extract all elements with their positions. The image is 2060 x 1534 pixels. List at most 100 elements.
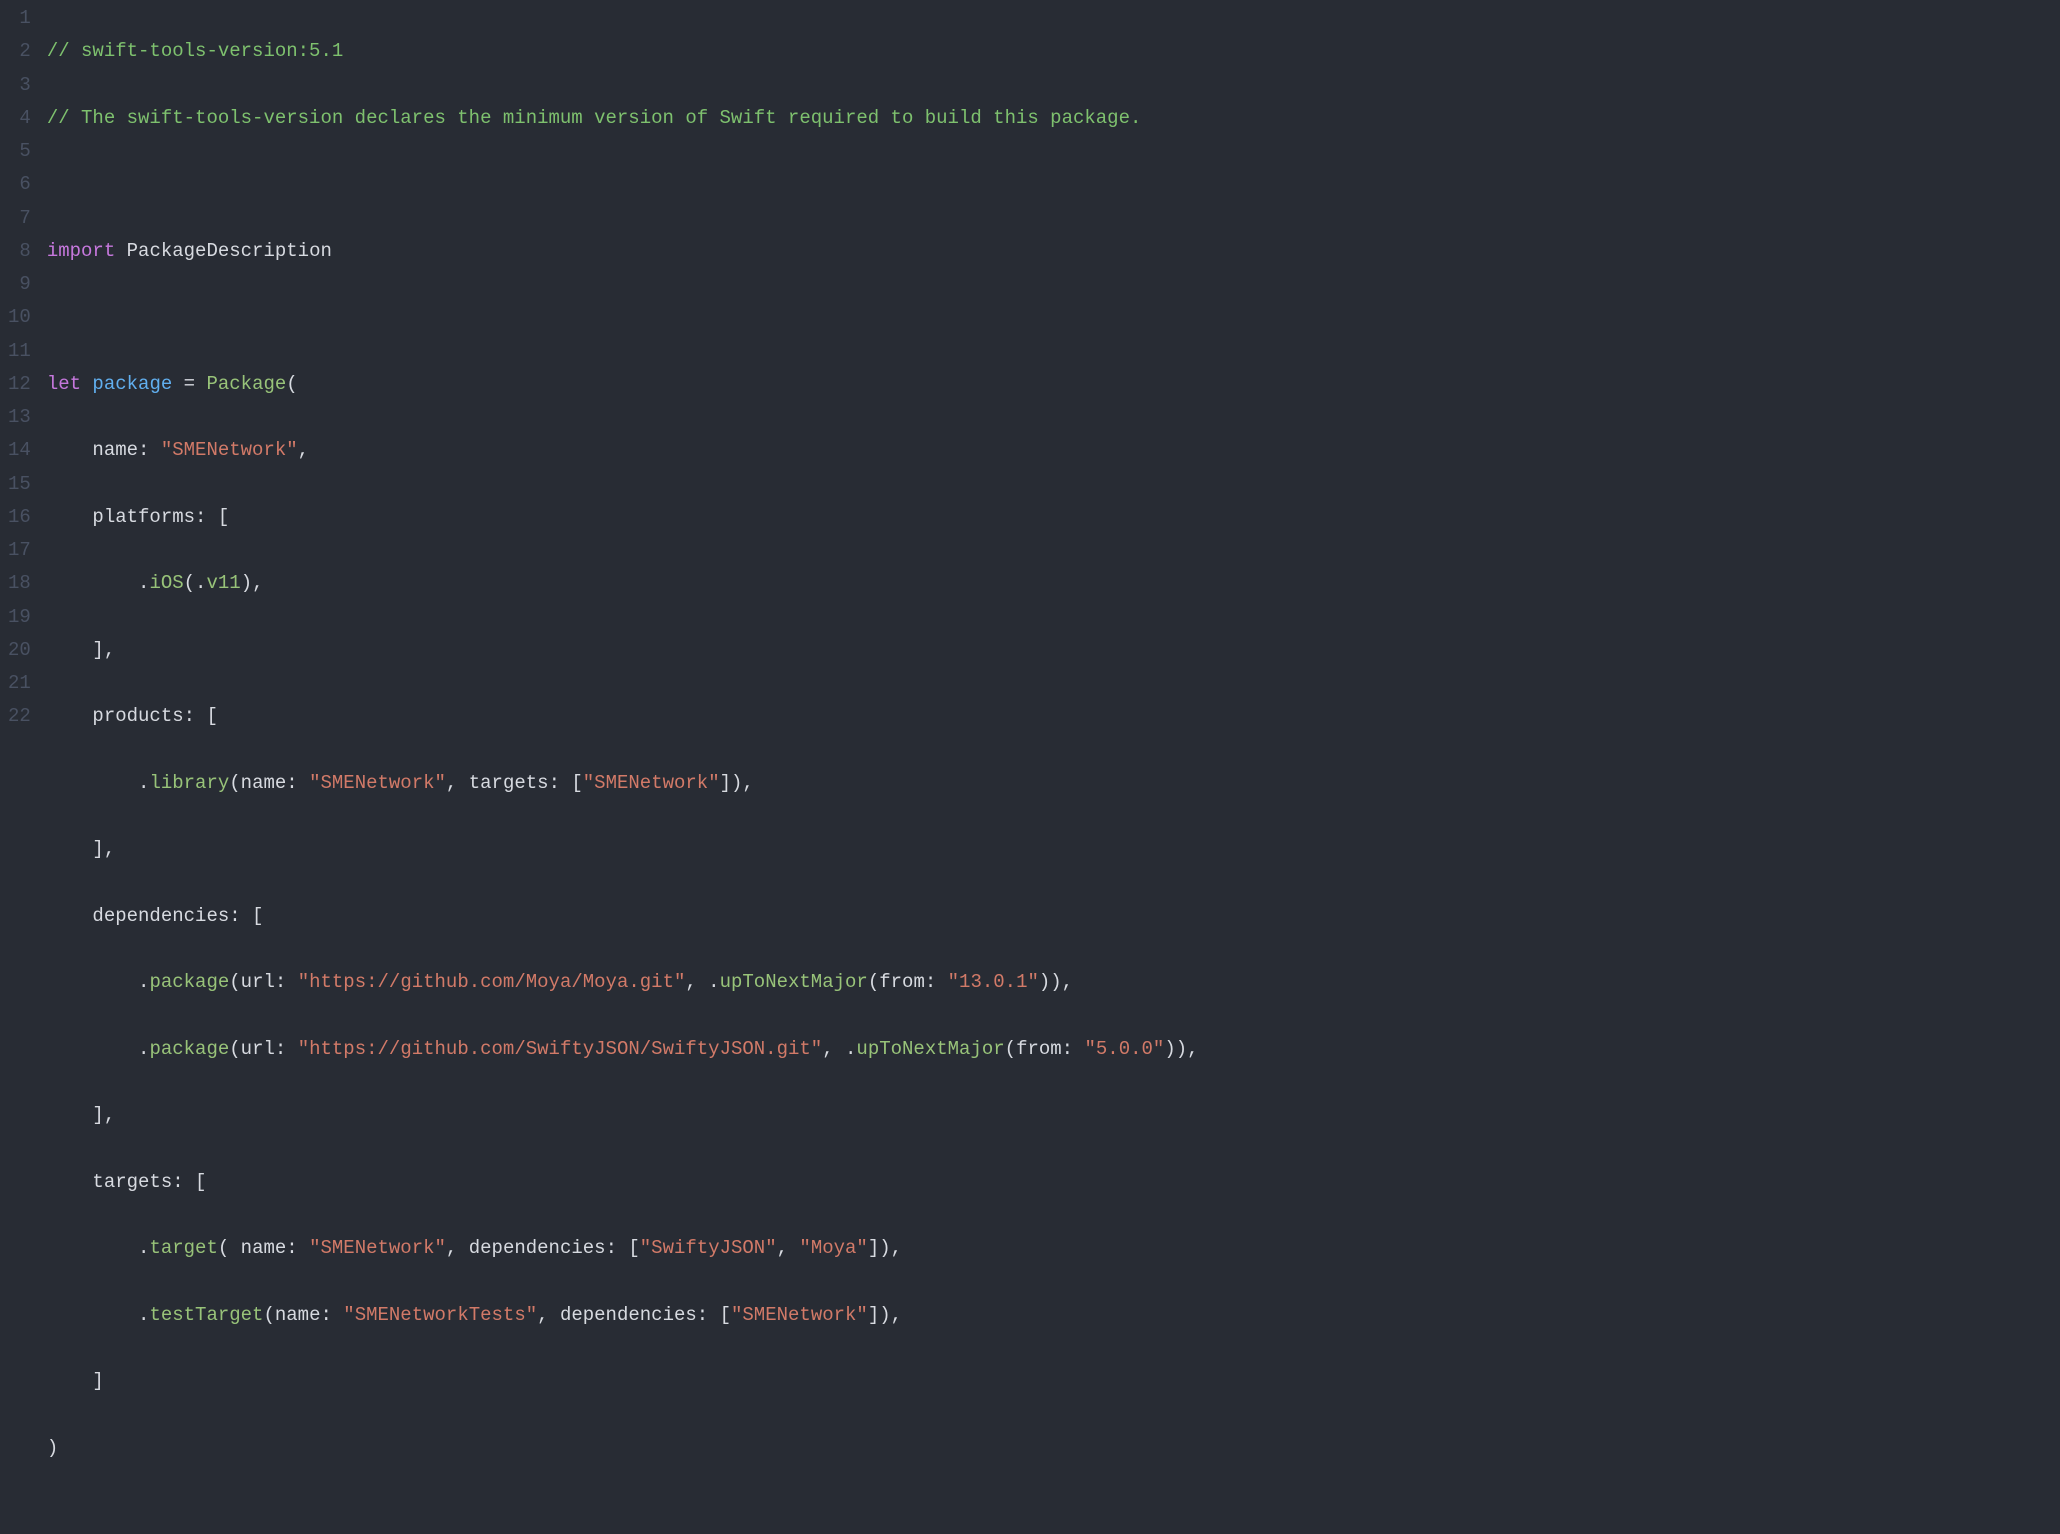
code-line[interactable]: .package(url: "https://github.com/Swifty… [47,1033,2060,1066]
method-uptonextmajor: upToNextMajor [856,1038,1004,1060]
code-line[interactable]: products: [ [47,700,2060,733]
operator-equals: = [172,373,195,395]
code-line[interactable]: import PackageDescription [47,235,2060,268]
line-number: 20 [8,634,31,667]
code-line[interactable]: .target( name: "SMENetwork", dependencie… [47,1232,2060,1265]
comma: , . [822,1038,856,1060]
indent [47,506,93,528]
method-testtarget: testTarget [149,1304,263,1326]
line-number: 21 [8,667,31,700]
paren-open: ( [218,1237,241,1259]
param-from: from [879,971,925,993]
string-literal: "SMENetwork" [309,772,446,794]
code-line[interactable]: let package = Package( [47,368,2060,401]
bracket-open: : [ [184,705,218,727]
paren-close: ), [241,572,264,594]
line-number: 7 [8,202,31,235]
indent [47,705,93,727]
bracket-close: ] [47,1370,104,1392]
variable-package: package [81,373,172,395]
param-dependencies: dependencies [560,1304,697,1326]
indent [47,439,93,461]
comma: , . [685,971,719,993]
comma: , [446,772,469,794]
comma: , [446,1237,469,1259]
code-line[interactable]: .package(url: "https://github.com/Moya/M… [47,966,2060,999]
code-line[interactable] [47,168,2060,201]
comma: , [537,1304,560,1326]
indent: . [47,971,150,993]
code-line[interactable]: dependencies: [ [47,900,2060,933]
bracket-open: : [ [606,1237,640,1259]
bracket-open: : [ [172,1171,206,1193]
paren-open: ( [229,971,240,993]
string-literal: "https://github.com/Moya/Moya.git" [298,971,686,993]
line-number: 11 [8,335,31,368]
bracket-close: ], [47,838,115,860]
code-line[interactable]: .testTarget(name: "SMENetworkTests", dep… [47,1299,2060,1332]
line-number: 1 [8,2,31,35]
bracket-open: : [ [549,772,583,794]
code-line[interactable]: // The swift-tools-version declares the … [47,102,2060,135]
line-number: 16 [8,501,31,534]
enum-v11: v11 [206,572,240,594]
paren-open: ( [263,1304,274,1326]
method-target: target [149,1237,217,1259]
line-number: 2 [8,35,31,68]
paren-open: ( [868,971,879,993]
code-line[interactable]: .library(name: "SMENetwork", targets: ["… [47,767,2060,800]
paren-close: )), [1039,971,1073,993]
keyword-let: let [47,373,81,395]
type-package: Package [195,373,286,395]
param-name: name [275,1304,321,1326]
string-literal: "13.0.1" [948,971,1039,993]
bracket-close: ], [47,639,115,661]
code-editor[interactable]: 1 2 3 4 5 6 7 8 9 10 11 12 13 14 15 16 1… [0,0,2060,1534]
method-uptonextmajor: upToNextMajor [720,971,868,993]
paren-open: ( [286,373,297,395]
paren-open: ( [1005,1038,1016,1060]
line-number: 4 [8,102,31,135]
code-line[interactable]: // swift-tools-version:5.1 [47,35,2060,68]
indent: . [47,1038,150,1060]
line-number: 9 [8,268,31,301]
code-line[interactable]: targets: [ [47,1166,2060,1199]
code-line[interactable]: ] [47,1365,2060,1398]
code-line[interactable]: ], [47,634,2060,667]
param-platforms: platforms [92,506,195,528]
paren-open: ( [229,1038,240,1060]
paren-close: ) [47,1437,58,1459]
method-package: package [149,1038,229,1060]
module-name: PackageDescription [115,240,332,262]
paren-open: (. [184,572,207,594]
bracket-open: : [ [195,506,229,528]
code-area[interactable]: // swift-tools-version:5.1 // The swift-… [47,0,2060,1534]
code-line[interactable]: ) [47,1432,2060,1465]
paren-close: )), [1164,1038,1198,1060]
code-line[interactable]: name: "SMENetwork", [47,434,2060,467]
code-line[interactable]: ], [47,833,2060,866]
code-line[interactable]: ], [47,1099,2060,1132]
indent: . [47,772,150,794]
colon: : [320,1304,343,1326]
string-literal: "SMENetwork" [309,1237,446,1259]
param-name: name [92,439,138,461]
colon: : [138,439,161,461]
line-number: 13 [8,401,31,434]
param-url: url [241,971,275,993]
code-line[interactable]: .iOS(.v11), [47,567,2060,600]
keyword-import: import [47,240,115,262]
method-ios: iOS [149,572,183,594]
line-number: 14 [8,434,31,467]
line-number: 19 [8,601,31,634]
colon: : [275,1038,298,1060]
param-products: products [92,705,183,727]
colon: : [925,971,948,993]
indent [47,905,93,927]
code-line[interactable] [47,301,2060,334]
colon: : [275,971,298,993]
bracket-open: : [ [229,905,263,927]
line-number: 3 [8,69,31,102]
method-package: package [149,971,229,993]
code-line[interactable]: platforms: [ [47,501,2060,534]
